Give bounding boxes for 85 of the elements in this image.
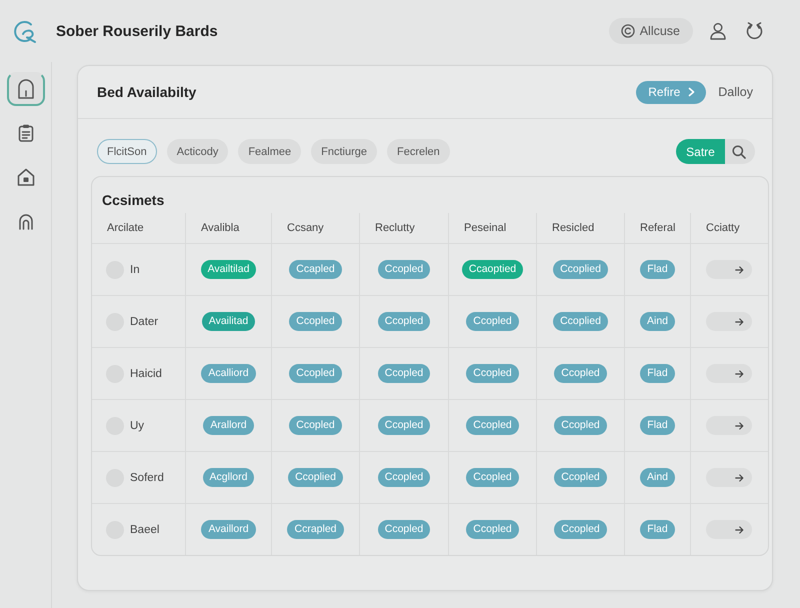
arrow-right-icon: [735, 266, 744, 274]
status-badge: Ccopled: [378, 260, 430, 279]
home-icon: [16, 79, 34, 99]
status-badge: Availtilad: [200, 260, 256, 279]
status-badge: Ccopled: [554, 416, 607, 435]
filter-chip[interactable]: Acticody: [166, 139, 228, 164]
house-icon: [16, 168, 34, 186]
filter-chip[interactable]: Fecrelen: [386, 139, 450, 164]
logo-icon: [12, 18, 38, 44]
status-badge: Ccopled: [466, 520, 519, 539]
column-header: Reclutty: [375, 222, 415, 234]
status-badge: Flad: [640, 260, 675, 279]
chevron-right-icon: [688, 87, 696, 97]
arrow-right-icon: [735, 370, 744, 378]
row-action-button[interactable]: [706, 520, 752, 539]
filter-chip[interactable]: Fnctiurge: [311, 139, 377, 164]
column-header: Ccsany: [287, 222, 324, 234]
column-header: Arcilate: [107, 222, 144, 234]
filter-chip[interactable]: Fealmee: [238, 139, 302, 164]
status-badge: Availlord: [201, 520, 256, 539]
row-action-button[interactable]: [706, 416, 752, 435]
filter-chip[interactable]: FlcitSon: [97, 139, 157, 164]
status-badge: Flad: [640, 520, 675, 539]
search-button[interactable]: [725, 139, 755, 164]
status-badge: Arallord: [203, 416, 254, 435]
headphones-icon: [18, 212, 34, 230]
account-button[interactable]: Allcuse: [608, 18, 693, 44]
app-title: Sober Rouserily Bards: [56, 22, 218, 40]
row-action-button[interactable]: [706, 312, 752, 331]
status-badge: Flad: [640, 416, 675, 435]
arrow-right-icon: [735, 318, 744, 326]
column-header: Avalibla: [201, 222, 240, 234]
sidebar-item[interactable]: [6, 72, 44, 106]
status-badge: Ccoplied: [553, 312, 608, 331]
status-badge: Ccopled: [554, 468, 607, 487]
status-badge: Ccopled: [466, 468, 519, 487]
status-badge: Ccopled: [466, 416, 519, 435]
status-badge: Aind: [640, 468, 675, 487]
status-badge: Ccopled: [378, 312, 430, 331]
user-icon[interactable]: [709, 22, 727, 40]
status-badge: Ccoplied: [553, 260, 608, 279]
arrow-right-icon: [735, 422, 744, 430]
search-icon: [732, 144, 746, 158]
status-badge: Acalliord: [201, 364, 256, 383]
status-badge: Aind: [640, 312, 675, 331]
status-badge: Ccopled: [289, 416, 342, 435]
status-badge: Ccopled: [378, 364, 430, 383]
column-header: Resicled: [552, 222, 594, 234]
row-name: Uy: [130, 420, 144, 432]
row-name: Dater: [130, 316, 158, 328]
row-name: In: [130, 264, 140, 276]
status-badge: Ccoplied: [288, 468, 343, 487]
arrow-right-icon: [735, 474, 744, 482]
row-action-button[interactable]: [706, 260, 752, 279]
status-badge: Ccopled: [289, 364, 342, 383]
status-badge: Ccaoptied: [462, 260, 524, 279]
row-name: Baeel: [130, 524, 160, 536]
panel-title: Bed Availabilty: [97, 84, 196, 100]
table-title: Ccsimets: [102, 192, 164, 208]
status-badge: Ccopled: [554, 364, 607, 383]
sync-icon[interactable]: [745, 22, 764, 40]
status-badge: Ccopled: [289, 312, 342, 331]
arrow-right-icon: [735, 526, 744, 534]
row-action-button[interactable]: [706, 468, 752, 487]
status-badge: Ccopled: [466, 364, 519, 383]
column-header: Peseinal: [464, 222, 506, 234]
status-badge: Ccrapled: [287, 520, 344, 539]
status-badge: Availitad: [202, 312, 256, 331]
status-badge: Ccopled: [378, 520, 430, 539]
row-action-button[interactable]: [706, 364, 752, 383]
row-name: Soferd: [130, 472, 164, 484]
status-badge: Ccapled: [289, 260, 342, 279]
status-badge: Ccopled: [554, 520, 607, 539]
status-badge: Ccopled: [378, 468, 430, 487]
header-link[interactable]: Dalloy: [718, 85, 753, 99]
row-name: Haicid: [130, 368, 162, 380]
status-badge: Flad: [640, 364, 675, 383]
circle-c-icon: [620, 24, 635, 38]
status-badge: Acgllord: [202, 468, 254, 487]
save-button[interactable]: Satre: [676, 139, 725, 164]
status-badge: Ccopled: [378, 416, 430, 435]
column-header: Cciatty: [706, 222, 740, 234]
status-badge: Ccopled: [466, 312, 519, 331]
clipboard-icon: [18, 124, 34, 142]
column-header: Referal: [640, 222, 676, 234]
